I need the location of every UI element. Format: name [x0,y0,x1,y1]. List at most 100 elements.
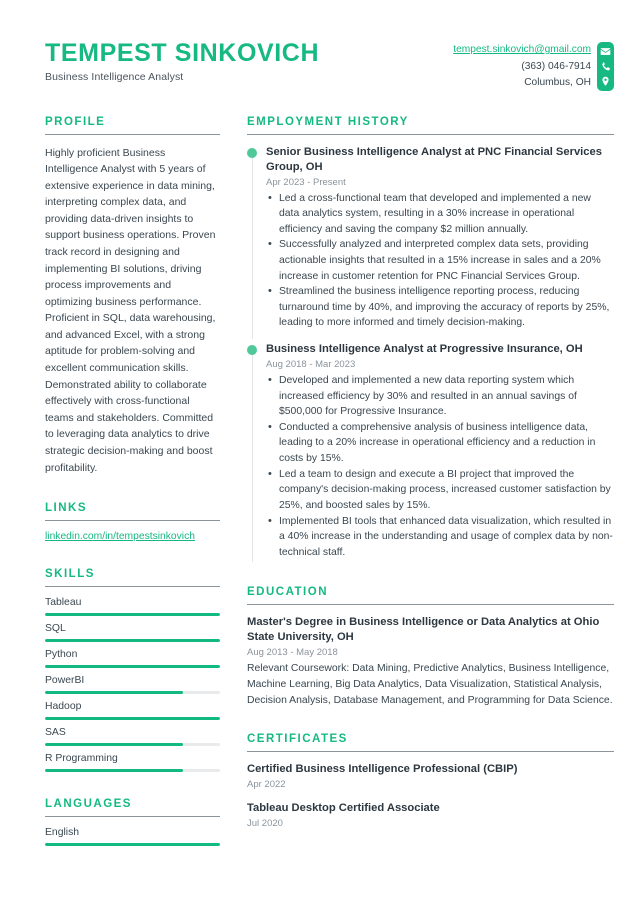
skill-item-fill [45,769,184,773]
link-item[interactable]: linkedin.com/in/tempestsinkovich [45,531,220,542]
languages-list: English [45,827,220,847]
skill-item: Tableau [45,597,220,617]
divider [247,604,614,606]
envelope-icon [600,46,611,57]
skill-item-label: PowerBI [45,675,85,687]
certificate-entry-date: Apr 2022 [247,778,286,790]
section-skills: SKILLS Tableau SQL Python PowerBI Hadoop SAS R… [45,568,220,773]
contact-icon-rail [597,42,614,91]
skill-item: PowerBI [45,675,220,695]
skill-item: Hadoop [45,701,220,721]
main-content: EMPLOYMENT HISTORY Senior Business Intel… [220,116,614,829]
section-employment-history: EMPLOYMENT HISTORY Senior Business Intel… [247,116,614,563]
certificate-entry-date: Jul 2020 [247,817,283,829]
section-heading-education: EDUCATION [247,586,329,599]
skill-item: SQL [45,623,220,643]
skill-item-fill [45,639,220,643]
section-links: LINKS linkedin.com/in/tempestsinkovich [45,502,220,542]
section-certificates: CERTIFICATES Certified Business Intellig… [247,733,614,829]
skill-item-track [45,769,220,773]
header-identity: TEMPEST SINKOVICH Business Intelligence … [45,38,320,84]
education-list: Master's Degree in Business Intelligence… [247,615,614,708]
page-title: TEMPEST SINKOVICH [45,39,320,67]
timeline-dot-icon [247,147,257,158]
employment-entry-date: Apr 2023 - Present [266,176,346,188]
skills-list: Tableau SQL Python PowerBI Hadoop SAS R Progra… [45,597,220,773]
skill-item-fill [45,743,184,747]
skill-item-track [45,665,220,669]
bullet-item: Streamlined the business intelligence re… [266,283,614,331]
contact-email-link[interactable]: tempest.sinkovich@gmail.com [453,42,591,59]
section-heading-links: LINKS [45,502,87,515]
header-contact: tempest.sinkovich@gmail.com (363) 046-79… [453,38,614,92]
skill-item-fill [45,613,220,617]
skill-item-fill [45,717,220,721]
skill-item-track [45,743,220,747]
bullet-item: Implemented BI tools that enhanced data … [266,513,614,561]
employment-entry-bullets: Led a cross-functional team that develop… [266,190,614,331]
contact-location: Columbus, OH [524,77,591,89]
links-list: linkedin.com/in/tempestsinkovich [45,531,220,542]
certificate-entry: Certified Business Intelligence Professi… [247,762,614,790]
language-item-fill [45,843,220,847]
bullet-item: Successfully analyzed and interpreted co… [266,236,614,284]
skill-item-track [45,613,220,617]
resume-header: TEMPEST SINKOVICH Business Intelligence … [45,0,614,92]
section-heading-employment: EMPLOYMENT HISTORY [247,115,409,128]
bullet-item: Led a cross-functional team that develop… [266,190,614,238]
language-item-track [45,843,220,847]
job-title: Business Intelligence Analyst [45,71,184,83]
divider [45,816,220,818]
employment-entry-date: Aug 2018 - Mar 2023 [266,359,356,371]
section-profile: PROFILE Highly proficient Business Intel… [45,116,220,477]
skill-item-label: Tableau [45,597,82,609]
skill-item-track [45,639,220,643]
section-heading-profile: PROFILE [45,115,106,128]
skill-item-label: SQL [45,623,66,635]
employment-timeline: Senior Business Intelligence Analyst at … [247,145,614,563]
skill-item-label: Hadoop [45,701,82,713]
skill-item: Python [45,649,220,669]
divider [247,133,614,135]
profile-text: Highly proficient Business Intelligence … [45,146,216,474]
sidebar: PROFILE Highly proficient Business Intel… [45,116,220,854]
section-heading-certificates: CERTIFICATES [247,732,348,745]
skill-item-fill [45,665,220,669]
language-item-label: English [45,827,80,839]
skill-item-label: Python [45,649,78,661]
language-item: English [45,827,220,847]
location-pin-icon [600,76,611,87]
employment-entry: Business Intelligence Analyst at Progres… [247,342,614,563]
skill-item-track [45,717,220,721]
divider [45,520,220,522]
divider [45,133,220,135]
skill-item-label: R Programming [45,753,118,765]
education-entry-date: Aug 2013 - May 2018 [247,647,338,659]
employment-entry-title: Business Intelligence Analyst at Progres… [266,343,583,356]
resume-page: TEMPEST SINKOVICH Business Intelligence … [0,0,640,905]
skill-item-fill [45,691,184,695]
certificate-entry: Tableau Desktop Certified Associate Jul 2… [247,801,614,829]
skill-item: SAS [45,727,220,747]
phone-icon [600,61,611,72]
certificate-entry-title: Tableau Desktop Certified Associate [247,801,440,814]
certificate-entry-title: Certified Business Intelligence Professi… [247,762,518,775]
section-education: EDUCATION Master's Degree in Business In… [247,586,614,708]
bullet-item: Conducted a comprehensive analysis of bu… [266,419,614,467]
skill-item-label: SAS [45,727,66,739]
divider [45,586,220,588]
section-languages: LANGUAGES English [45,798,220,847]
employment-entry: Senior Business Intelligence Analyst at … [247,145,614,340]
education-entry: Master's Degree in Business Intelligence… [247,615,614,708]
section-heading-skills: SKILLS [45,568,95,581]
employment-entry-title: Senior Business Intelligence Analyst at … [266,145,602,173]
section-heading-languages: LANGUAGES [45,798,132,811]
certificates-list: Certified Business Intelligence Professi… [247,762,614,829]
employment-entry-bullets: Developed and implemented a new data rep… [266,372,614,561]
skill-item: R Programming [45,753,220,773]
resume-body: PROFILE Highly proficient Business Intel… [45,116,614,854]
bullet-item: Led a team to design and execute a BI pr… [266,466,614,514]
skill-item-track [45,691,220,695]
education-entry-description: Relevant Coursework: Data Mining, Predic… [247,663,613,706]
